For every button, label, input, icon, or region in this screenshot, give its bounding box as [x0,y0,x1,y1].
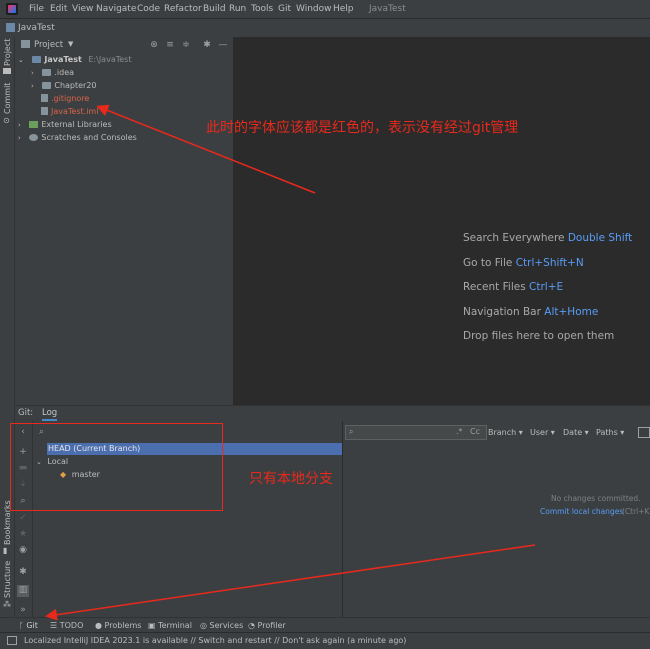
annotation-box [10,423,223,511]
annotation-arrows [45,104,536,621]
arrow-to-git-tab [45,544,536,621]
annotation-middle: 只有本地分支 [249,471,333,487]
annotation-top: 此时的字体应该都是红色的，表示没有经过git管理 [206,120,519,136]
